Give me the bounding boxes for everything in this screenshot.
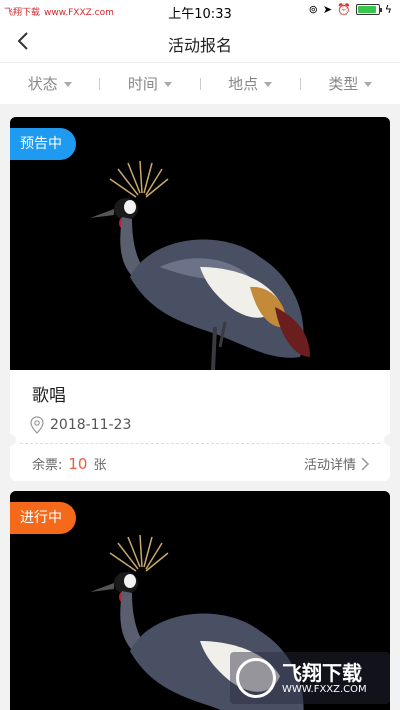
caret-down-icon [63,82,72,87]
watermark-logo-icon [236,658,276,698]
watermark-url: WWW.FXXZ.COM [282,683,367,695]
location-pin-icon [30,416,44,434]
ticket-notch-right [384,434,396,446]
filter-bar: 状态 时间 地点 类型 [0,62,400,104]
nav-bar: 活动报名 [0,22,400,62]
divider [20,443,380,444]
charging-icon: ϟ [384,3,392,16]
tickets-count: 10 [68,455,88,473]
filter-location[interactable]: 地点 [201,73,300,94]
event-date-row: 2018-11-23 [30,416,131,434]
filter-type-label: 类型 [328,75,359,93]
filter-time[interactable]: 时间 [100,73,199,94]
status-bar: 飞翔下载 www.FXXZ.com 上午10:33 ⊚ ➤ ⏰ ϟ [0,0,400,22]
watermark-logo: 飞翔下载 WWW.FXXZ.COM [230,652,390,704]
tickets-label: 余票: [32,458,63,473]
chevron-right-icon [361,456,370,471]
filter-time-label: 时间 [127,75,158,93]
lock-rotation-icon: ⊚ [308,3,318,16]
filter-status[interactable]: 状态 [0,73,99,94]
caret-down-icon [264,82,273,87]
status-badge: 进行中 [10,502,76,534]
event-details-link[interactable]: 活动详情 [304,454,370,473]
location-icon: ➤ [322,3,333,16]
alarm-icon: ⏰ [337,3,351,16]
event-name: 歌唱 [32,386,66,406]
watermark-brand: 飞翔下载 [282,660,362,685]
event-card[interactable]: 预告中 歌唱 2018-11-23 余票: 10 张 活动详情 [10,117,390,481]
event-date: 2018-11-23 [50,417,132,433]
filter-type[interactable]: 类型 [301,73,400,94]
filter-location-label: 地点 [228,75,259,93]
caret-down-icon [364,82,373,87]
status-icons: ⊚ ➤ ⏰ ϟ [309,3,392,16]
tickets-remaining: 余票: 10 张 [32,454,107,473]
event-details-label: 活动详情 [303,458,356,473]
filter-status-label: 状态 [27,75,58,93]
status-badge: 预告中 [10,128,76,160]
caret-down-icon [163,82,172,87]
ticket-notch-left [4,434,16,446]
battery-icon [355,4,382,15]
page-title: 活动报名 [167,36,232,55]
tickets-unit: 张 [93,458,107,473]
